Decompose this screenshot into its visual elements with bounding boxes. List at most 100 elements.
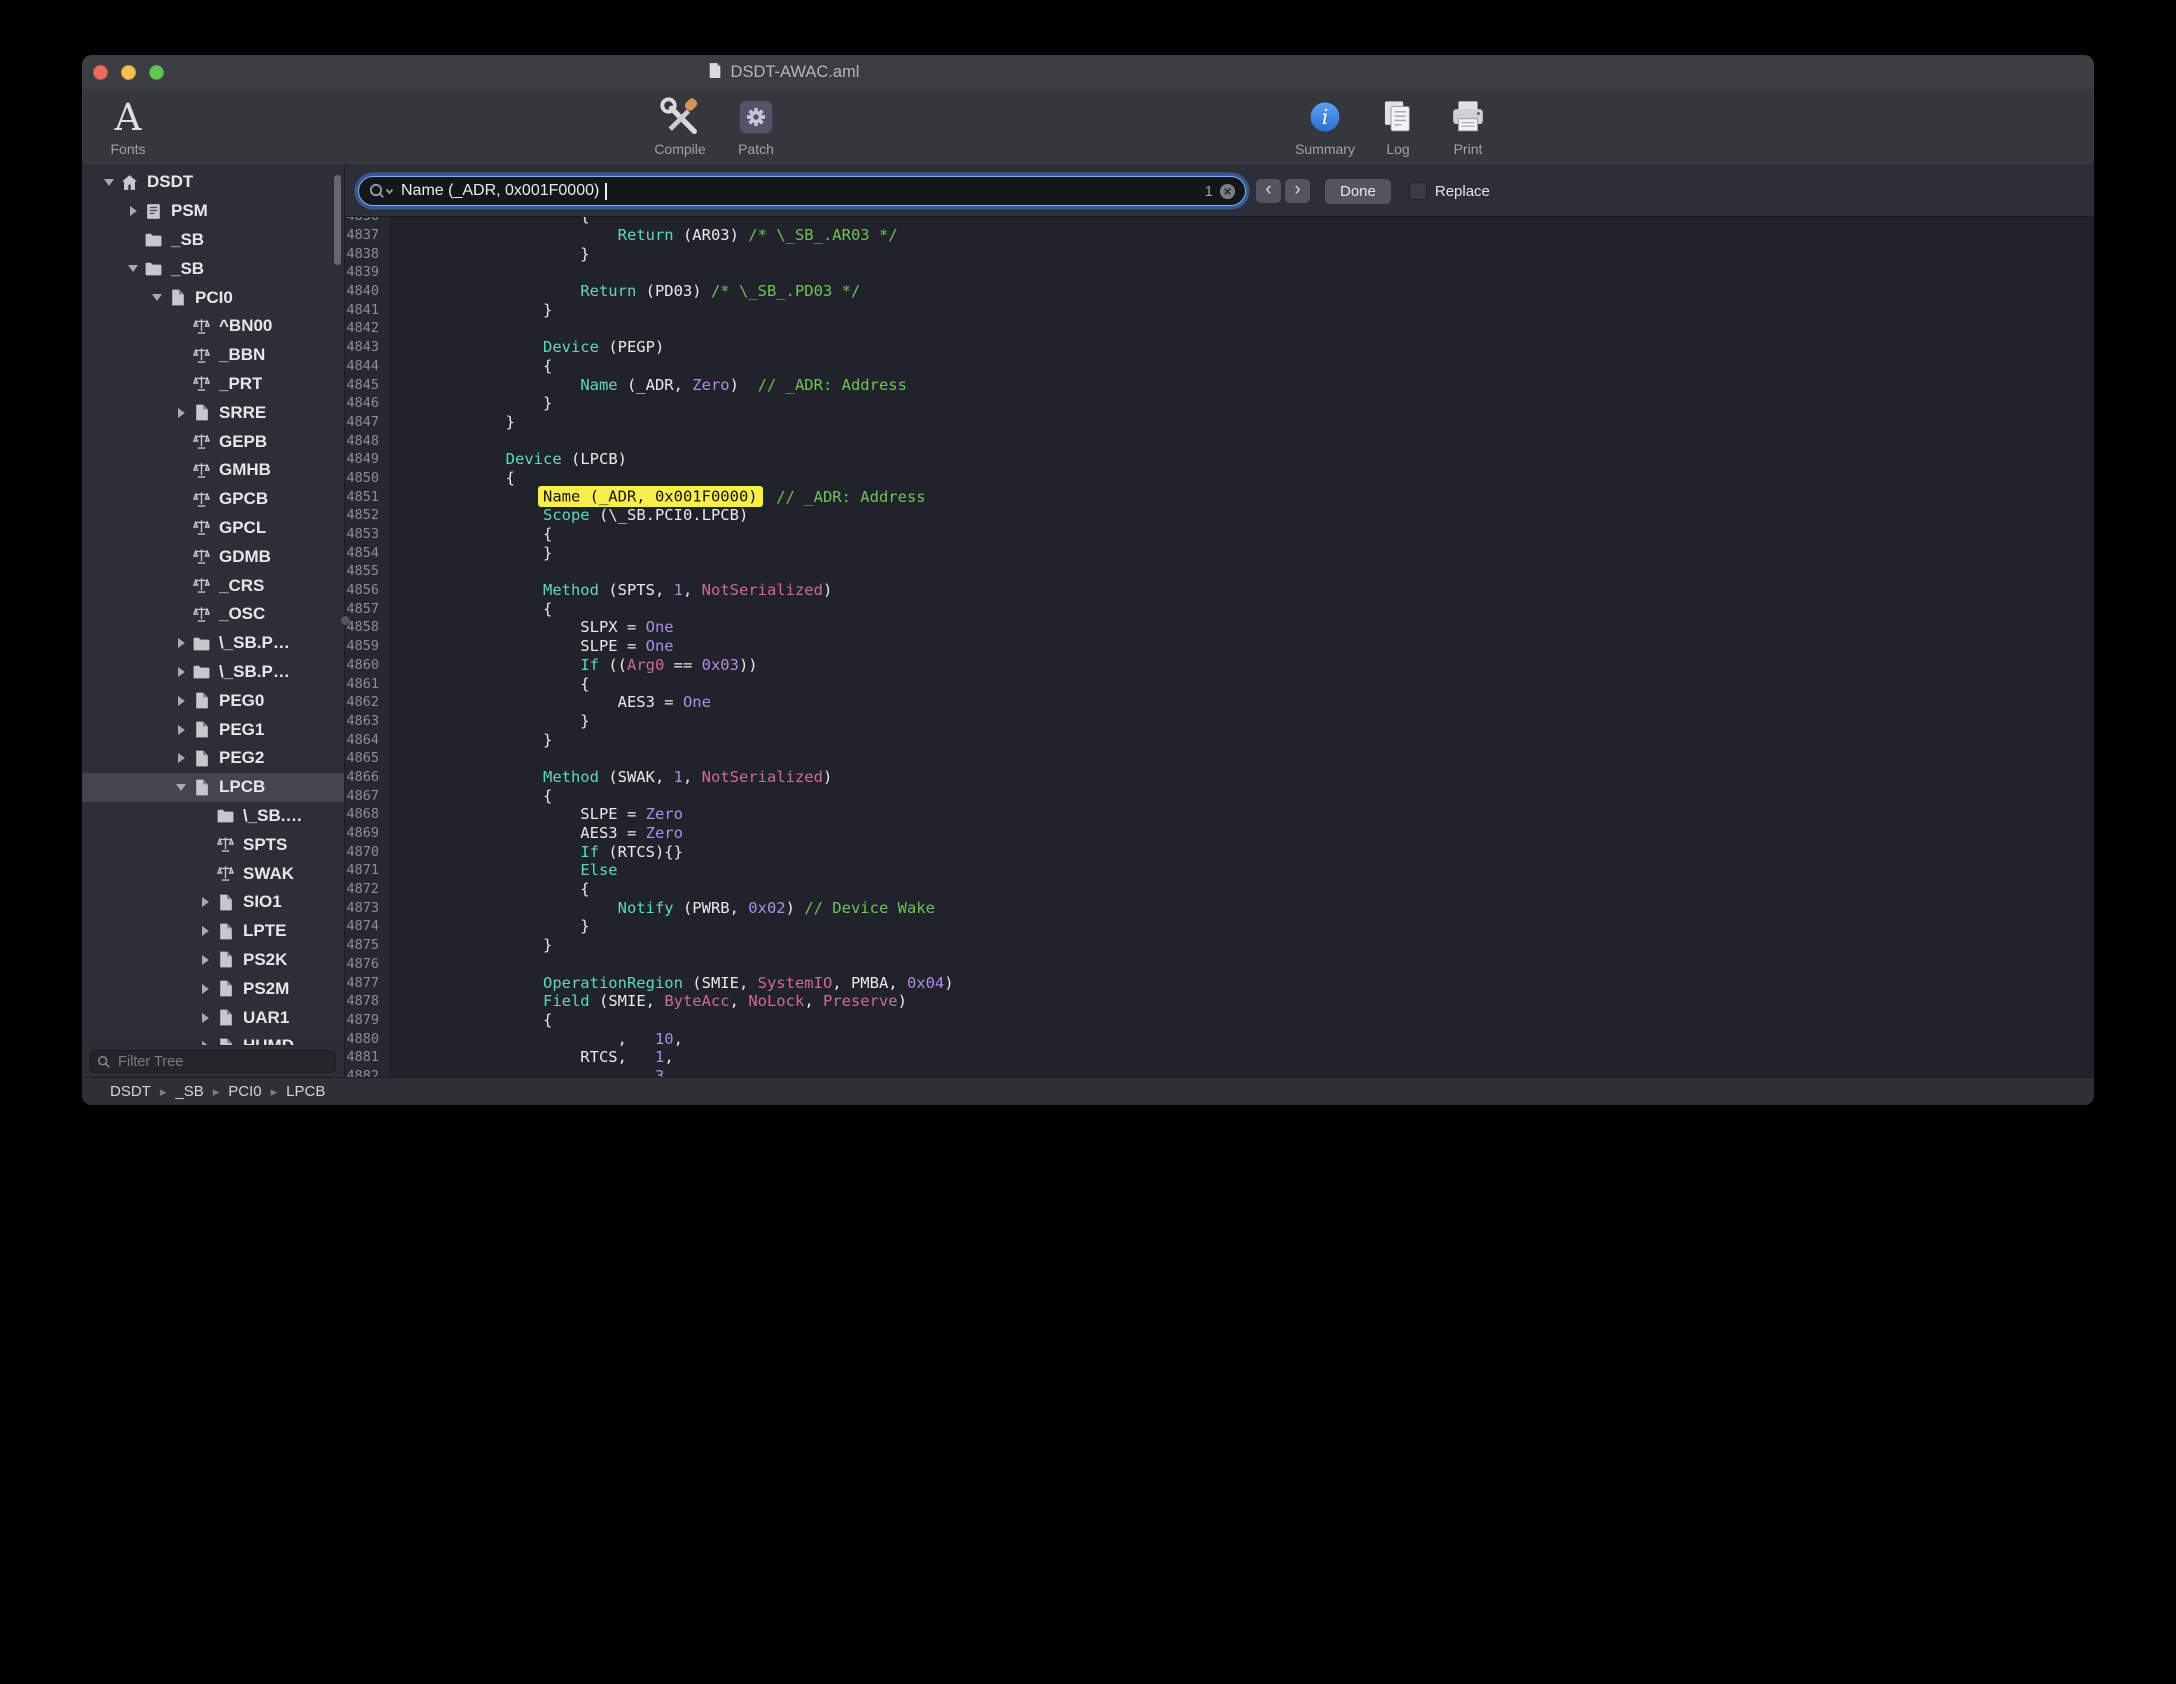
disclosure-triangle[interactable] (170, 667, 192, 677)
disclosure-triangle[interactable] (146, 294, 168, 301)
disclosure-triangle[interactable] (194, 1013, 216, 1023)
tree-item-ps2m[interactable]: PS2M (82, 974, 344, 1003)
code-line[interactable]: 4876 (345, 955, 2094, 974)
code-line[interactable]: 4873 Notify (PWRB, 0x02) // Device Wake (345, 898, 2094, 917)
sidebar-scrollbar[interactable] (334, 175, 341, 265)
close-button[interactable] (93, 65, 108, 80)
code-line[interactable]: 4849 Device (LPCB) (345, 450, 2094, 469)
breadcrumb-item-pci0[interactable]: PCI0 (228, 1083, 261, 1100)
summary-button[interactable]: i Summary (1287, 94, 1363, 157)
disclosure-triangle[interactable] (170, 725, 192, 735)
tree-item-ps2k[interactable]: PS2K (82, 946, 344, 975)
disclosure-triangle[interactable] (170, 408, 192, 418)
code-line[interactable]: 4858 SLPX = One (345, 618, 2094, 637)
done-button[interactable]: Done (1324, 178, 1392, 205)
tree-item-gpcb[interactable]: GPCB (82, 485, 344, 514)
code-line[interactable]: 4856 Method (SPTS, 1, NotSerialized) (345, 581, 2094, 600)
code-line[interactable]: 4853 { (345, 525, 2094, 544)
disclosure-triangle[interactable] (194, 1041, 216, 1045)
tree-item-srre[interactable]: SRRE (82, 398, 344, 427)
find-field[interactable]: Name (_ADR, 0x001F0000) 1 (358, 176, 1246, 206)
fonts-button[interactable]: A Fonts (90, 94, 166, 157)
tree-item-prt[interactable]: _PRT (82, 370, 344, 399)
tree-item-lpcb[interactable]: LPCB (82, 773, 344, 802)
code-line[interactable]: 4837 Return (AR03) /* \_SB_.AR03 */ (345, 226, 2094, 245)
code-line[interactable]: 4861 { (345, 674, 2094, 693)
breadcrumb-item-sb[interactable]: _SB (175, 1083, 203, 1100)
code-line[interactable]: 4845 Name (_ADR, Zero) // _ADR: Address (345, 375, 2094, 394)
code-line[interactable]: 4866 Method (SWAK, 1, NotSerialized) (345, 768, 2094, 787)
tree-item-sbp[interactable]: \_SB.P… (82, 629, 344, 658)
code-line[interactable]: 4855 (345, 562, 2094, 581)
disclosure-triangle[interactable] (194, 897, 216, 907)
code-line[interactable]: 4879 { (345, 1011, 2094, 1030)
tree-item-sbp[interactable]: \_SB.P… (82, 658, 344, 687)
disclosure-triangle[interactable] (170, 696, 192, 706)
code-line[interactable]: 4854 } (345, 543, 2094, 562)
tree-item-sio1[interactable]: SIO1 (82, 888, 344, 917)
find-previous-button[interactable]: ‹ (1255, 178, 1282, 204)
tree-item-bn00[interactable]: ^BN00 (82, 312, 344, 341)
code-line[interactable]: 4863 } (345, 712, 2094, 731)
tree-item-gmhb[interactable]: GMHB (82, 456, 344, 485)
code-line[interactable]: 4862 AES3 = One (345, 693, 2094, 712)
code-line[interactable]: 4869 AES3 = Zero (345, 824, 2094, 843)
code-line[interactable]: 4843 Device (PEGP) (345, 338, 2094, 357)
code-line[interactable]: 4875 } (345, 936, 2094, 955)
tree-item-uar1[interactable]: UAR1 (82, 1003, 344, 1032)
patch-button[interactable]: Patch (718, 94, 794, 157)
compile-button[interactable]: Compile (642, 94, 718, 157)
find-query[interactable]: Name (_ADR, 0x001F0000) (401, 182, 599, 200)
tree-item-peg0[interactable]: PEG0 (82, 686, 344, 715)
replace-checkbox[interactable] (1409, 182, 1427, 200)
disclosure-triangle[interactable] (170, 753, 192, 763)
print-button[interactable]: Print (1433, 94, 1503, 157)
tree-item-lpte[interactable]: LPTE (82, 917, 344, 946)
code-line[interactable]: 4868 SLPE = Zero (345, 805, 2094, 824)
disclosure-triangle[interactable] (194, 955, 216, 965)
disclosure-triangle[interactable] (122, 265, 144, 272)
zoom-button[interactable] (149, 65, 164, 80)
code-line[interactable]: 4877 OperationRegion (SMIE, SystemIO, PM… (345, 973, 2094, 992)
filter-box[interactable] (90, 1050, 336, 1073)
tree-item-swak[interactable]: SWAK (82, 859, 344, 888)
disclosure-triangle[interactable] (98, 179, 120, 186)
disclosure-triangle[interactable] (194, 984, 216, 994)
code-line[interactable]: 4838 } (345, 244, 2094, 263)
splitter-handle[interactable] (341, 616, 350, 625)
code-line[interactable]: 4867 { (345, 786, 2094, 805)
code-line[interactable]: 4852 Scope (\_SB.PCI0.LPCB) (345, 506, 2094, 525)
search-menu-icon[interactable] (368, 182, 395, 200)
tree-item-gdmb[interactable]: GDMB (82, 542, 344, 571)
tree-item-dsdt[interactable]: DSDT (82, 168, 344, 197)
tree-item-bbn[interactable]: _BBN (82, 341, 344, 370)
code-line[interactable]: 4847 } (345, 413, 2094, 432)
code-line[interactable]: 4850 { (345, 469, 2094, 488)
find-next-button[interactable]: › (1284, 178, 1311, 204)
code-area[interactable]: 4836 {4837 Return (AR03) /* \_SB_.AR03 *… (345, 217, 2094, 1077)
code-line[interactable]: 4842 (345, 319, 2094, 338)
code-line[interactable]: 4880 , 10, (345, 1029, 2094, 1048)
tree-item-peg1[interactable]: PEG1 (82, 715, 344, 744)
disclosure-triangle[interactable] (194, 926, 216, 936)
code-line[interactable]: 4859 SLPE = One (345, 637, 2094, 656)
code-line[interactable]: 4839 (345, 263, 2094, 282)
code-line[interactable]: 4864 } (345, 730, 2094, 749)
code-line[interactable]: 4846 } (345, 394, 2094, 413)
tree-item-sb[interactable]: _SB (82, 226, 344, 255)
clear-search-icon[interactable] (1219, 183, 1236, 200)
tree-item-spts[interactable]: SPTS (82, 830, 344, 859)
log-button[interactable]: Log (1363, 94, 1433, 157)
tree-item-humd[interactable]: HUMD (82, 1032, 344, 1045)
code-line[interactable]: 4871 Else (345, 861, 2094, 880)
code-line[interactable]: 4840 Return (PD03) /* \_SB_.PD03 */ (345, 282, 2094, 301)
tree-item-osc[interactable]: _OSC (82, 600, 344, 629)
minimize-button[interactable] (121, 65, 136, 80)
code-line[interactable]: 4860 If ((Arg0 == 0x03)) (345, 656, 2094, 675)
code-line[interactable]: 4836 { (345, 217, 2094, 226)
tree-item-pci0[interactable]: PCI0 (82, 283, 344, 312)
code-line[interactable]: 4865 (345, 749, 2094, 768)
tree-item-crs[interactable]: _CRS (82, 571, 344, 600)
disclosure-triangle[interactable] (170, 784, 192, 791)
code-line[interactable]: 4857 { (345, 599, 2094, 618)
